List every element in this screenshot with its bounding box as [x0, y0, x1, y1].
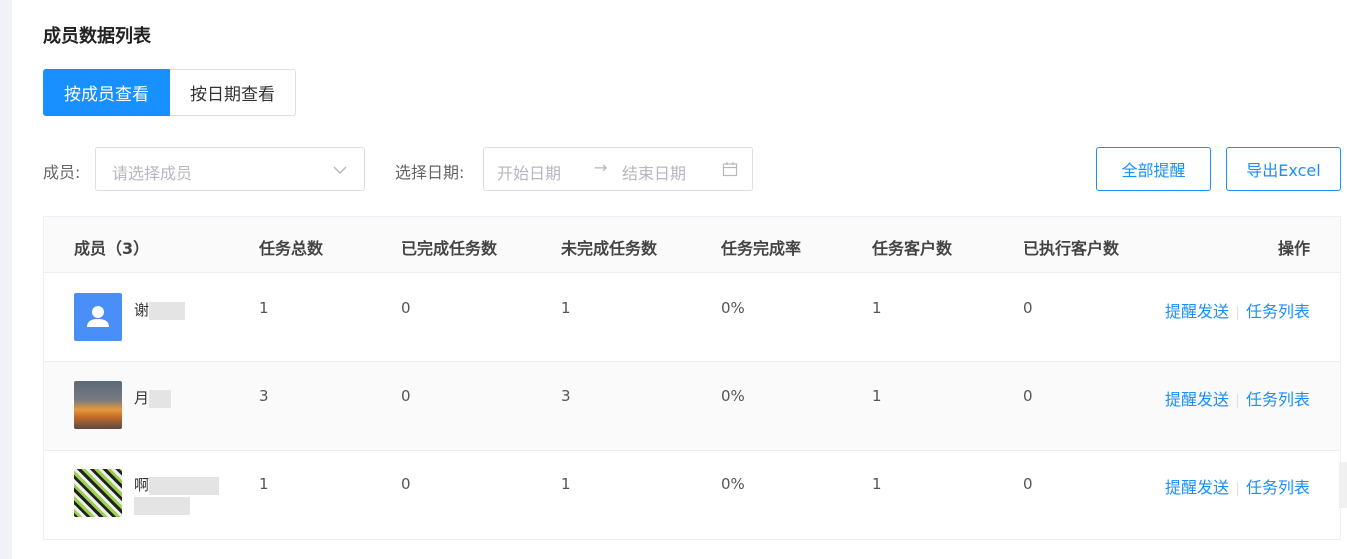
view-tabs: 按成员查看 按日期查看	[43, 69, 296, 116]
task-list-link[interactable]: 任务列表	[1246, 302, 1310, 321]
cell-rate: 0%	[721, 387, 745, 405]
cell-undone: 1	[561, 475, 571, 493]
remind-send-link[interactable]: 提醒发送	[1165, 478, 1229, 497]
remind-send-link[interactable]: 提醒发送	[1165, 302, 1229, 321]
table-row: 啊 1 0 1 0% 1 0 提醒发送 任务列表	[44, 451, 1340, 539]
cell-executed: 0	[1023, 299, 1033, 317]
start-date-input[interactable]: 开始日期	[497, 160, 561, 184]
cell-done: 0	[401, 475, 411, 493]
cell-customers: 1	[872, 475, 882, 493]
cell-total: 1	[259, 475, 269, 493]
cell-undone: 3	[561, 387, 571, 405]
cell-undone: 1	[561, 299, 571, 317]
cell-customers: 1	[872, 387, 882, 405]
col-member: 成员（3）	[74, 239, 150, 258]
export-excel-button[interactable]: 导出Excel	[1226, 147, 1341, 191]
sunset-photo	[74, 381, 122, 429]
col-executed: 已执行客户数	[1023, 239, 1120, 258]
task-list-link[interactable]: 任务列表	[1246, 390, 1310, 409]
cell-total: 1	[259, 299, 269, 317]
table-row: 谢 1 0 1 0% 1 0 提醒发送 任务列表	[44, 273, 1340, 362]
member-name: 啊	[134, 475, 224, 515]
tab-by-member[interactable]: 按成员查看	[43, 69, 170, 116]
col-undone: 未完成任务数	[561, 239, 658, 258]
col-ops: 操作	[1277, 239, 1310, 258]
comic-photo	[74, 469, 122, 517]
page-content: 成员数据列表 按成员查看 按日期查看 成员: 请选择成员 选择日期: 开始日期 …	[12, 0, 1347, 559]
cell-rate: 0%	[721, 299, 745, 317]
member-name: 月	[134, 387, 172, 408]
member-table: 成员（3） 任务总数 已完成任务数 未完成任务数 任务完成率 任务客户数 已执行…	[43, 216, 1341, 540]
cell-executed: 0	[1023, 387, 1033, 405]
cell-total: 3	[259, 387, 269, 405]
member-filter-label: 成员:	[43, 163, 81, 182]
end-date-input[interactable]: 结束日期	[622, 160, 686, 184]
page-title: 成员数据列表	[43, 26, 151, 47]
table-header: 成员（3） 任务总数 已完成任务数 未完成任务数 任务完成率 任务客户数 已执行…	[44, 217, 1340, 273]
range-arrow-icon: →	[594, 158, 608, 177]
col-rate: 任务完成率	[721, 239, 802, 258]
cell-done: 0	[401, 387, 411, 405]
col-customers: 任务客户数	[872, 239, 953, 258]
cell-customers: 1	[872, 299, 882, 317]
tab-by-date[interactable]: 按日期查看	[170, 69, 296, 116]
table-row: 月 3 0 3 0% 1 0 提醒发送 任务列表	[44, 362, 1340, 451]
member-name: 谢	[134, 299, 186, 320]
calendar-icon	[722, 162, 738, 177]
scrollbar[interactable]	[1339, 462, 1347, 508]
member-select[interactable]: 请选择成员	[95, 147, 365, 191]
cell-done: 0	[401, 299, 411, 317]
row-actions: 提醒发送 任务列表	[1165, 386, 1310, 410]
col-done: 已完成任务数	[401, 239, 498, 258]
remind-all-button[interactable]: 全部提醒	[1096, 147, 1211, 191]
chevron-down-icon	[333, 166, 347, 174]
col-total: 任务总数	[259, 239, 324, 258]
date-filter-label: 选择日期:	[395, 163, 465, 182]
cell-rate: 0%	[721, 475, 745, 493]
remind-send-link[interactable]: 提醒发送	[1165, 390, 1229, 409]
filter-bar: 成员: 请选择成员 选择日期: 开始日期 → 结束日期 全部提醒 导出Excel	[43, 147, 1341, 191]
user-icon	[74, 293, 122, 341]
row-actions: 提醒发送 任务列表	[1165, 298, 1310, 322]
member-select-placeholder: 请选择成员	[112, 164, 193, 183]
cell-executed: 0	[1023, 475, 1033, 493]
task-list-link[interactable]: 任务列表	[1246, 478, 1310, 497]
date-range-picker[interactable]: 开始日期 → 结束日期	[483, 147, 753, 191]
row-actions: 提醒发送 任务列表	[1165, 474, 1310, 498]
